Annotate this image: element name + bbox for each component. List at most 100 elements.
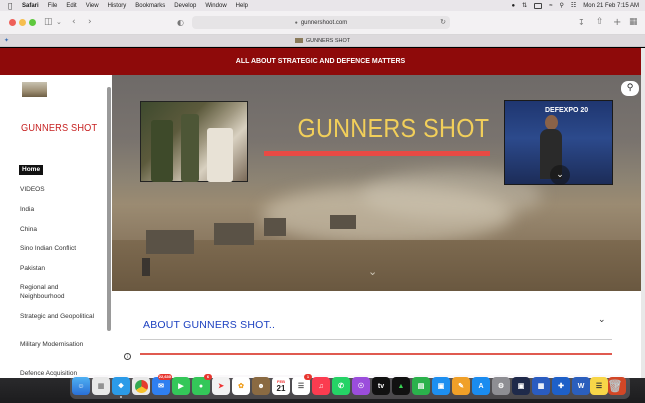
contacts-icon[interactable]: ☻ — [252, 377, 270, 395]
expand-chevron-icon[interactable]: ⌄ — [598, 315, 606, 325]
battery-icon[interactable] — [534, 2, 543, 9]
info-icon[interactable]: i — [124, 353, 131, 360]
sidebar-site-title[interactable]: GUNNERS SHOT — [21, 123, 97, 134]
control-center-icon[interactable]: ☷ — [571, 2, 576, 9]
wifi-icon[interactable]: ≈ — [549, 3, 552, 9]
finder-icon[interactable]: ☺ — [72, 377, 90, 395]
forward-arrow-icon[interactable]: › — [88, 17, 92, 28]
banner-text: ALL ABOUT STRATEGIC AND DEFENCE MATTERS — [235, 58, 406, 65]
pages-icon[interactable]: ✎ — [452, 377, 470, 395]
fullscreen-window-button[interactable] — [29, 19, 36, 26]
photos-icon[interactable]: ✿ — [232, 377, 250, 395]
app-icon[interactable]: ✚ — [552, 377, 570, 395]
safari-icon[interactable]: ❖ — [112, 377, 130, 395]
system-preferences-icon[interactable]: ⚙ — [492, 377, 510, 395]
stocks-icon[interactable]: ▲ — [392, 377, 410, 395]
nav-pakistan[interactable]: Pakistan — [20, 264, 98, 273]
facetime-icon[interactable]: ▶ — [172, 377, 190, 395]
site-logo-image[interactable] — [22, 82, 47, 97]
menu-file[interactable]: File — [48, 3, 58, 9]
reload-icon[interactable]: ↻ — [440, 18, 446, 26]
new-tab-icon[interactable]: + — [613, 17, 621, 28]
chrome-icon[interactable] — [132, 377, 150, 395]
download-icon[interactable]: ↧ — [578, 17, 585, 28]
messages-badge: 6 — [204, 374, 212, 380]
nav-india[interactable]: India — [20, 205, 98, 214]
about-divider — [140, 339, 612, 340]
podcasts-icon[interactable]: ☉ — [352, 377, 370, 395]
scroll-down-chevron-icon[interactable]: ⌄ — [368, 266, 377, 278]
share-icon[interactable]: ⇧ — [596, 17, 604, 28]
tab-overview-icon[interactable]: ▦ — [629, 17, 638, 28]
sidebar-scrollbar[interactable] — [107, 87, 111, 331]
menu-bookmarks[interactable]: Bookmarks — [135, 3, 165, 9]
menu-help[interactable]: Help — [236, 3, 248, 9]
page-scrollbar[interactable] — [641, 48, 645, 378]
nav-military-modernisation[interactable]: Military Modernisation — [20, 340, 98, 349]
menu-app-safari[interactable]: Safari — [22, 3, 39, 9]
status-sync-icon[interactable]: ⇅ — [522, 2, 527, 9]
preview-icon[interactable]: ▣ — [512, 377, 530, 395]
close-window-button[interactable] — [9, 19, 16, 26]
tab-bar: ✦ GUNNERS SHOT — [0, 35, 645, 47]
back-arrow-icon[interactable]: ‹ — [72, 17, 76, 28]
hero-soldier — [142, 258, 150, 276]
hero-vehicle — [264, 218, 286, 236]
music-icon[interactable]: ♫ — [312, 377, 330, 395]
nav-strategic-geopolitical[interactable]: Strategic and Geopolitical — [20, 312, 98, 321]
photo-person-head — [545, 115, 558, 130]
menu-edit[interactable]: Edit — [66, 3, 76, 9]
nav-china[interactable]: China — [20, 225, 98, 234]
word-icon[interactable]: W — [572, 377, 590, 395]
app-icon[interactable]: ▦ — [532, 377, 550, 395]
nav-videos[interactable]: VIDEOS — [20, 185, 98, 194]
menubar-clock[interactable]: Mon 21 Feb 7:15 AM — [583, 3, 639, 9]
nav-home[interactable]: Home — [19, 165, 44, 175]
photo-figure — [207, 128, 233, 182]
mail-icon[interactable]: ✉ 22,630 — [152, 374, 172, 395]
menu-view[interactable]: View — [86, 3, 99, 9]
menu-history[interactable]: History — [108, 3, 127, 9]
url-bar[interactable]: ● gunnershoot.com ↻ — [192, 16, 450, 29]
privacy-shield-icon[interactable]: ◐ — [177, 17, 184, 28]
photo-figure — [181, 114, 199, 182]
site-search-button[interactable]: ⚲ — [621, 81, 639, 96]
sidebar-toggle-icon[interactable]: ◫ — [44, 17, 53, 28]
calendar-icon[interactable]: FEB 21 — [272, 377, 290, 395]
ceremony-photo[interactable] — [140, 101, 248, 182]
apple-tv-icon[interactable]: tv — [372, 377, 390, 395]
messages-icon[interactable]: ● 6 — [192, 374, 212, 395]
menu-develop[interactable]: Develop — [174, 3, 196, 9]
defexpo-text: DEFEXPO 20 — [545, 107, 589, 114]
status-circle-icon[interactable]: ● — [512, 3, 516, 9]
safari-toolbar: ◫ ⌄ ‹ › ◐ ● gunnershoot.com ↻ ↧ ⇧ + ▦ — [0, 11, 645, 35]
nav-regional-neighbourhood[interactable]: Regional and Neighbourhood — [20, 283, 98, 301]
about-heading[interactable]: ABOUT GUNNERS SHOT.. — [143, 319, 275, 331]
chevron-down-icon[interactable]: ⌄ — [56, 17, 62, 28]
url-text: gunnershoot.com — [300, 19, 348, 26]
minimize-window-button[interactable] — [19, 19, 26, 26]
reminders-icon[interactable]: ☰ 1 — [292, 374, 312, 395]
numbers-icon[interactable]: ▤ — [412, 377, 430, 395]
macos-menubar:  Safari File Edit View History Bookmark… — [0, 0, 645, 11]
spotlight-search-icon[interactable]: ⚲ — [560, 2, 564, 9]
nav-sino-indian-conflict[interactable]: Sino Indian Conflict — [20, 244, 98, 253]
running-indicator — [120, 396, 122, 398]
carousel-chevron-down-icon[interactable]: ⌄ — [550, 165, 570, 185]
accent-divider — [140, 353, 612, 355]
macos-dock: ☺ ▦ ❖ ✉ 22,630 ▶ ● 6 ➤ ✿ ☻ FEB 21 ☰ 1 ♫ ✆ ☉ … — [70, 374, 630, 399]
whatsapp-icon[interactable]: ✆ — [332, 377, 350, 395]
keynote-icon[interactable]: ▣ — [432, 377, 450, 395]
tab-group-icon[interactable]: ✦ — [4, 38, 12, 44]
menubar-status-area: ● ⇅ ≈ ⚲ ☷ Mon 21 Feb 7:15 AM — [512, 0, 639, 11]
hero-vehicle — [214, 223, 254, 245]
trash-icon[interactable]: 🗑 — [606, 377, 624, 395]
app-store-icon[interactable]: A — [472, 377, 490, 395]
maps-icon[interactable]: ➤ — [212, 377, 230, 395]
site-sidebar: GUNNERS SHOT Home VIDEOS India China Sin… — [0, 75, 112, 378]
apple-icon[interactable]:  — [8, 2, 16, 10]
menu-window[interactable]: Window — [205, 3, 226, 9]
defexpo-photo[interactable]: DEFEXPO 20 ⌄ — [504, 100, 613, 185]
tab-title[interactable]: GUNNERS SHOT — [306, 38, 350, 44]
launchpad-icon[interactable]: ▦ — [92, 377, 110, 395]
